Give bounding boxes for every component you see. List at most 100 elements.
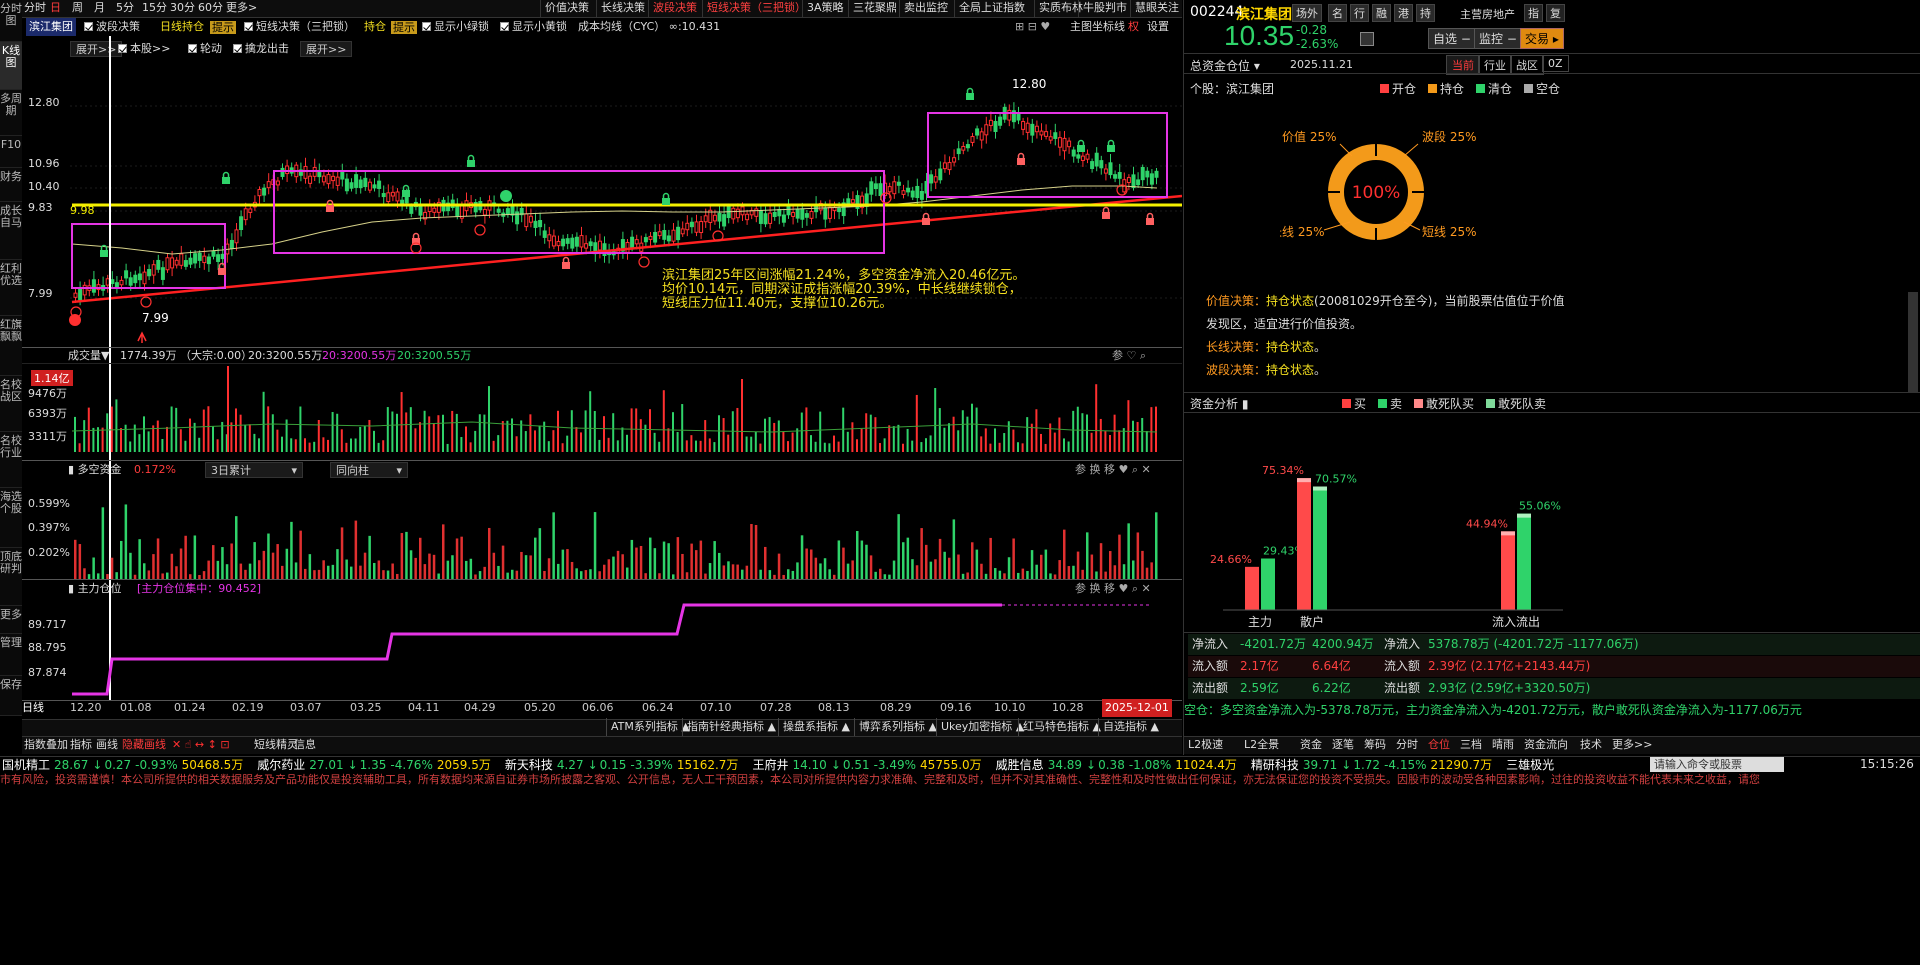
tool-5[interactable]: 信息	[294, 736, 316, 754]
indicator-menu-3[interactable]: 博弈系列指标 ▲	[854, 718, 937, 736]
tip-badge-2[interactable]: 提示	[391, 21, 417, 34]
industry-label[interactable]: 主营房地产	[1460, 6, 1515, 22]
right-tab-3[interactable]: 逐笔	[1332, 736, 1354, 754]
strategy-tab-2[interactable]: 波段决策	[648, 0, 697, 17]
quote-tag-3[interactable]: 融	[1372, 4, 1391, 22]
position-title[interactable]: 总资金仓位 ▾	[1190, 57, 1260, 74]
strategy-tab-1[interactable]: 长线决策	[596, 0, 645, 17]
period-tab-8[interactable]: 更多>	[226, 0, 257, 17]
ticker-item[interactable]: 三雄极光	[1506, 757, 1566, 772]
left-tab-7[interactable]: 红旗飘飘	[0, 316, 22, 376]
period-tab-5[interactable]: 15分	[142, 0, 167, 17]
long-short-tools[interactable]: 参 换 移 ♥ ⌕ ✕	[1075, 461, 1151, 479]
ticker-item[interactable]: 威尔药业 27.01 ↓ 1.35 -4.76% 2059.5万	[257, 757, 491, 772]
right-tab-10[interactable]: 技术	[1580, 736, 1602, 754]
tool-0[interactable]: 指数叠加	[24, 736, 68, 754]
quote-tag-0[interactable]: 场外	[1292, 4, 1322, 22]
ticker-item[interactable]: 精研科技 39.71 ↓ 1.72 -4.15% 21290.7万	[1251, 757, 1492, 772]
volume-title[interactable]: 成交量▼	[68, 347, 109, 365]
long-short-title[interactable]: ▮ 多空资金	[68, 461, 122, 479]
indicator-menu-5[interactable]: 红马特色指标 ▲	[1018, 718, 1101, 736]
period-tab-7[interactable]: 60分	[198, 0, 223, 17]
calendar-icon[interactable]	[1360, 32, 1374, 46]
left-tab-5[interactable]: 成长自马	[0, 202, 22, 260]
strategy-tab-9[interactable]: 牛股判市	[1078, 0, 1127, 17]
indicator-menu-6[interactable]: 自选指标 ▲	[1098, 718, 1159, 736]
position-tab-1[interactable]: 行业	[1478, 55, 1512, 75]
right-tab-8[interactable]: 晴雨	[1492, 736, 1514, 754]
quote-tag-5[interactable]: 持	[1416, 4, 1435, 22]
left-tab-1[interactable]: K线图	[0, 42, 22, 90]
index-button[interactable]: 指	[1524, 4, 1543, 22]
left-tab-11[interactable]: 顶底研判	[0, 548, 22, 606]
left-tab-6[interactable]: 红利优选	[0, 260, 22, 316]
left-tab-13[interactable]: 管理	[0, 634, 22, 676]
left-tab-12[interactable]: 更多	[0, 606, 22, 634]
close-icon[interactable]: ✕ ☝ ↔ ↕ ⊡	[172, 736, 230, 754]
decision-scrollbar[interactable]	[1908, 292, 1918, 392]
tool-4[interactable]: 短线精灵	[254, 736, 298, 754]
band-decision-toggle[interactable]: 波段决策	[84, 18, 140, 36]
coord-line-button[interactable]: 坐标线	[1092, 18, 1125, 36]
tip-badge[interactable]: 提示	[210, 21, 236, 34]
strategy-tab-8[interactable]: 实质布林	[1034, 0, 1083, 17]
ticker-item[interactable]: 国机精工 28.67 ↓ 0.27 -0.93% 50468.5万	[2, 757, 243, 772]
main-chart-button[interactable]: 主图	[1070, 18, 1092, 36]
quan-button[interactable]: 权	[1128, 18, 1139, 36]
strategy-tab-3[interactable]: 短线决策（三把锁）	[702, 0, 806, 17]
main-position-title[interactable]: ▮ 主力仓位	[68, 580, 122, 598]
indicator-menu-4[interactable]: Ukey加密指标 ▲	[936, 718, 1024, 736]
right-tab-5[interactable]: 分时	[1396, 736, 1418, 754]
strategy-tab-7[interactable]: 全局上证指数	[954, 0, 1025, 17]
right-tab-2[interactable]: 资金	[1300, 736, 1322, 754]
green-lock-toggle[interactable]: 显示小绿锁	[422, 18, 489, 36]
indicator-menu-1[interactable]: 指南针经典指标 ▲	[682, 718, 776, 736]
ticker-item[interactable]: 王府井 14.10 ↓ 0.51 -3.49% 45755.0万	[752, 757, 981, 772]
right-tab-4[interactable]: 筹码	[1364, 736, 1386, 754]
right-tab-6[interactable]: 仓位	[1428, 736, 1450, 754]
period-tab-2[interactable]: 周	[72, 0, 83, 17]
short-decision-toggle[interactable]: 短线决策（三把锁）	[244, 18, 355, 36]
tool-1[interactable]: 指标	[70, 736, 92, 754]
period-tab-0[interactable]: 分时	[24, 0, 46, 17]
right-tab-9[interactable]: 资金流向	[1524, 736, 1568, 754]
left-tab-2[interactable]: 多周期	[0, 90, 22, 136]
tool-2[interactable]: 画线	[96, 736, 118, 754]
left-tab-14[interactable]: 保存	[0, 676, 22, 716]
left-tab-4[interactable]: 财务	[0, 168, 22, 202]
settings-button[interactable]: 设置	[1147, 18, 1169, 36]
left-tab-8[interactable]: 名校战区	[0, 376, 22, 432]
period-tab-1[interactable]: 日	[50, 0, 61, 17]
bar-type-select[interactable]: 同向柱 ▾	[330, 462, 408, 478]
strategy-tab-0[interactable]: 价值决策	[540, 0, 589, 17]
strategy-tab-5[interactable]: 三花聚鼎	[848, 0, 897, 17]
period-tab-3[interactable]: 月	[94, 0, 105, 17]
period-tab-4[interactable]: 5分	[116, 0, 134, 17]
trade-button[interactable]: 交易 ▸	[1520, 28, 1564, 49]
indicator-menu-2[interactable]: 操盘系指标 ▲	[778, 718, 850, 736]
strategy-tab-4[interactable]: 3A策略	[802, 0, 844, 17]
strategy-tab-6[interactable]: 卖出监控	[899, 0, 948, 17]
position-tab-2[interactable]: 战区	[1510, 55, 1544, 75]
stock-name[interactable]: 滨江集团	[26, 18, 76, 36]
position-tab-3[interactable]: 0Z	[1542, 55, 1569, 72]
left-tab-3[interactable]: F10	[0, 136, 22, 168]
period-tab-6[interactable]: 30分	[170, 0, 195, 17]
indicator-menu-0[interactable]: ATM系列指标 ▲	[606, 718, 690, 736]
left-tab-10[interactable]: 海选个股	[0, 488, 22, 548]
restore-button[interactable]: 复	[1546, 4, 1565, 22]
main-position-tools[interactable]: 参 换 移 ♥ ⌕ ✕	[1075, 580, 1151, 598]
quote-tag-1[interactable]: 名	[1328, 4, 1347, 22]
quote-tag-4[interactable]: 港	[1394, 4, 1413, 22]
yellow-lock-toggle[interactable]: 显示小黄锁	[500, 18, 567, 36]
accum-select[interactable]: 3日累计 ▾	[205, 462, 303, 478]
quote-tag-2[interactable]: 行	[1350, 4, 1369, 22]
day-label[interactable]: 日线	[22, 699, 44, 717]
strategy-tab-10[interactable]: 慧眼关注	[1130, 0, 1179, 17]
right-tab-7[interactable]: 三档	[1460, 736, 1482, 754]
left-tab-0[interactable]: 分时图	[0, 0, 22, 42]
monitor-button[interactable]: 监控 −	[1474, 28, 1522, 49]
right-tab-1[interactable]: L2全景	[1244, 736, 1279, 754]
self-select-button[interactable]: 自选 −	[1428, 28, 1476, 49]
chart-tools-icons[interactable]: ⊞ ⊟ ♥	[1015, 18, 1050, 36]
